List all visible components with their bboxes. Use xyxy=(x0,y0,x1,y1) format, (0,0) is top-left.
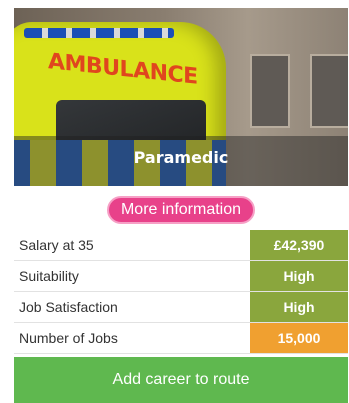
more-information-button[interactable]: More information xyxy=(106,196,256,224)
stat-value: £42,390 xyxy=(250,230,348,260)
career-hero-image: AMBULANCE Paramedic xyxy=(14,8,348,186)
stat-row-number-of-jobs: Number of Jobs 15,000 xyxy=(14,323,348,354)
stat-value: 15,000 xyxy=(250,323,348,353)
stat-label: Number of Jobs xyxy=(19,330,118,346)
stat-label: Job Satisfaction xyxy=(19,299,118,315)
career-stats-table: Salary at 35 £42,390 Suitability High Jo… xyxy=(14,230,348,354)
stat-value: High xyxy=(250,261,348,291)
more-info-row: More information xyxy=(14,192,348,228)
stat-value: High xyxy=(250,292,348,322)
career-title: Paramedic xyxy=(133,148,229,167)
stat-row-salary: Salary at 35 £42,390 xyxy=(14,230,348,261)
career-card: AMBULANCE Paramedic More information Sal… xyxy=(14,8,348,403)
ambulance-lettering: AMBULANCE xyxy=(48,49,198,90)
stat-label: Salary at 35 xyxy=(19,237,94,253)
stat-label: Suitability xyxy=(19,268,79,284)
stat-row-suitability: Suitability High xyxy=(14,261,348,292)
building-window xyxy=(310,54,348,128)
add-career-to-route-button[interactable]: Add career to route xyxy=(14,357,348,403)
building-window xyxy=(250,54,290,128)
stat-row-job-satisfaction: Job Satisfaction High xyxy=(14,292,348,323)
ambulance-lightbar xyxy=(24,28,174,38)
